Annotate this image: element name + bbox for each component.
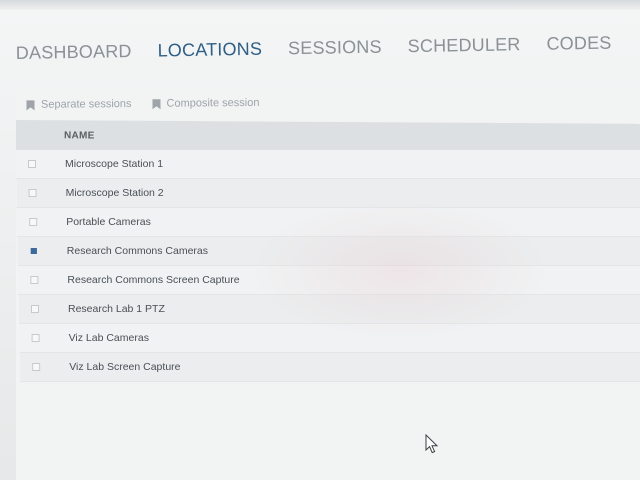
tab-dashboard[interactable]: DASHBOARD (16, 41, 132, 64)
screen: DASHBOARD LOCATIONS SESSIONS SCHEDULER C… (0, 0, 640, 480)
main-nav: DASHBOARD LOCATIONS SESSIONS SCHEDULER C… (15, 24, 612, 64)
bookmark-icon (151, 98, 161, 109)
table-row[interactable]: Research Commons Screen Capture (18, 266, 640, 295)
mouse-cursor-icon (425, 434, 439, 454)
table-header: NAME (15, 120, 640, 154)
row-name: Portable Cameras (66, 216, 151, 228)
row-checkbox[interactable] (28, 160, 36, 168)
column-header-name[interactable]: NAME (64, 130, 95, 141)
separate-sessions-button[interactable]: Separate sessions (26, 98, 132, 111)
row-name: Research Commons Screen Capture (67, 274, 240, 286)
locations-panel: Separate sessions Composite session NAME… (15, 90, 640, 480)
table-row[interactable]: Microscope Station 2 (16, 179, 640, 208)
composite-session-label: Composite session (166, 96, 260, 110)
monitor-bezel (0, 0, 640, 10)
row-checkbox[interactable] (29, 218, 38, 226)
row-checkbox[interactable] (30, 276, 39, 284)
tab-scheduler[interactable]: SCHEDULER (408, 34, 521, 57)
table-row[interactable]: Viz Lab Screen Capture (20, 353, 640, 382)
table-row[interactable]: Research Commons Cameras (17, 237, 640, 266)
tab-sessions[interactable]: SESSIONS (288, 37, 382, 60)
row-name: Microscope Station 2 (65, 187, 164, 199)
row-checkbox[interactable] (31, 334, 40, 342)
row-checkbox[interactable] (32, 363, 41, 371)
row-name: Research Commons Cameras (66, 245, 209, 257)
row-name: Research Lab 1 PTZ (68, 303, 165, 315)
composite-session-button[interactable]: Composite session (151, 97, 259, 110)
table-row[interactable]: Viz Lab Cameras (19, 324, 640, 353)
row-checkbox[interactable] (28, 189, 37, 197)
table-row[interactable]: Microscope Station 1 (16, 150, 640, 179)
table-row[interactable]: Research Lab 1 PTZ (19, 295, 640, 324)
row-name: Viz Lab Cameras (68, 332, 149, 344)
row-checkbox[interactable] (30, 248, 37, 254)
toolbar: Separate sessions Composite session (16, 85, 636, 120)
locations-table: NAME Microscope Station 1 Microscope Sta… (15, 120, 640, 382)
bookmark-icon (26, 99, 35, 110)
row-name: Viz Lab Screen Capture (69, 361, 181, 373)
tab-locations[interactable]: LOCATIONS (157, 39, 262, 62)
separate-sessions-label: Separate sessions (40, 97, 132, 111)
table-row[interactable]: Portable Cameras (17, 208, 640, 237)
row-name: Microscope Station 1 (65, 158, 164, 170)
table-body: Microscope Station 1 Microscope Station … (16, 150, 640, 382)
row-checkbox[interactable] (31, 305, 39, 313)
tab-codes[interactable]: CODES (546, 33, 611, 55)
